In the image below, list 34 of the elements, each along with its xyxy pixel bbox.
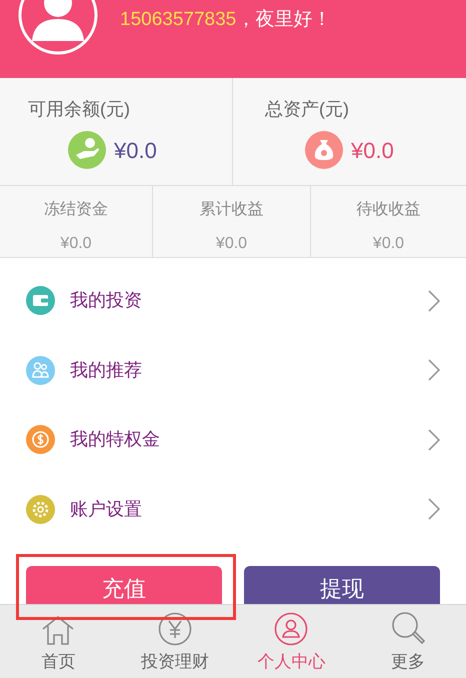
balance-label: 可用余额(元) xyxy=(28,98,131,121)
chevron-right-icon xyxy=(428,498,440,520)
tab-item[interactable]: 更多 xyxy=(350,605,466,678)
tab-item[interactable]: 首页 xyxy=(0,605,116,678)
stat-label: 冻结资金 xyxy=(44,200,108,220)
stat-label: 累计收益 xyxy=(200,200,264,220)
chevron-right-icon xyxy=(428,428,440,451)
chevron-right-icon xyxy=(428,359,440,382)
menu-item[interactable]: 我的特权金 xyxy=(0,405,466,474)
action-button[interactable]: 充值 xyxy=(26,566,222,604)
balance-amount: ¥0.0 xyxy=(114,136,157,164)
action-button[interactable]: 提现 xyxy=(244,566,440,604)
stat-amount: ¥0.0 xyxy=(372,234,404,254)
hand-coin-icon xyxy=(68,131,106,169)
home-icon xyxy=(40,614,76,646)
stat-amount: ¥0.0 xyxy=(216,234,248,254)
people-icon xyxy=(26,356,55,385)
money-bag-icon xyxy=(305,131,343,169)
balance-label: 总资产(元) xyxy=(265,98,350,121)
stat-label: 待收收益 xyxy=(356,200,420,220)
chevron-right-icon xyxy=(428,290,440,312)
yen-icon xyxy=(158,612,192,646)
menu-item[interactable]: 账户设置 xyxy=(0,474,466,544)
balance-amount: ¥0.0 xyxy=(351,136,394,164)
greeting-text: 15063577835，夜里好！ xyxy=(120,8,332,32)
search-icon xyxy=(390,610,426,646)
wallet-icon xyxy=(26,286,55,316)
menu-item[interactable]: 我的推荐 xyxy=(0,336,466,405)
dollar-coin-icon xyxy=(26,425,55,454)
settings-icon xyxy=(26,494,55,524)
tab-item[interactable]: 投资理财 xyxy=(116,605,233,678)
menu-item[interactable]: 我的投资 xyxy=(0,266,466,336)
stat-amount: ¥0.0 xyxy=(60,234,92,254)
user-icon xyxy=(274,612,308,646)
